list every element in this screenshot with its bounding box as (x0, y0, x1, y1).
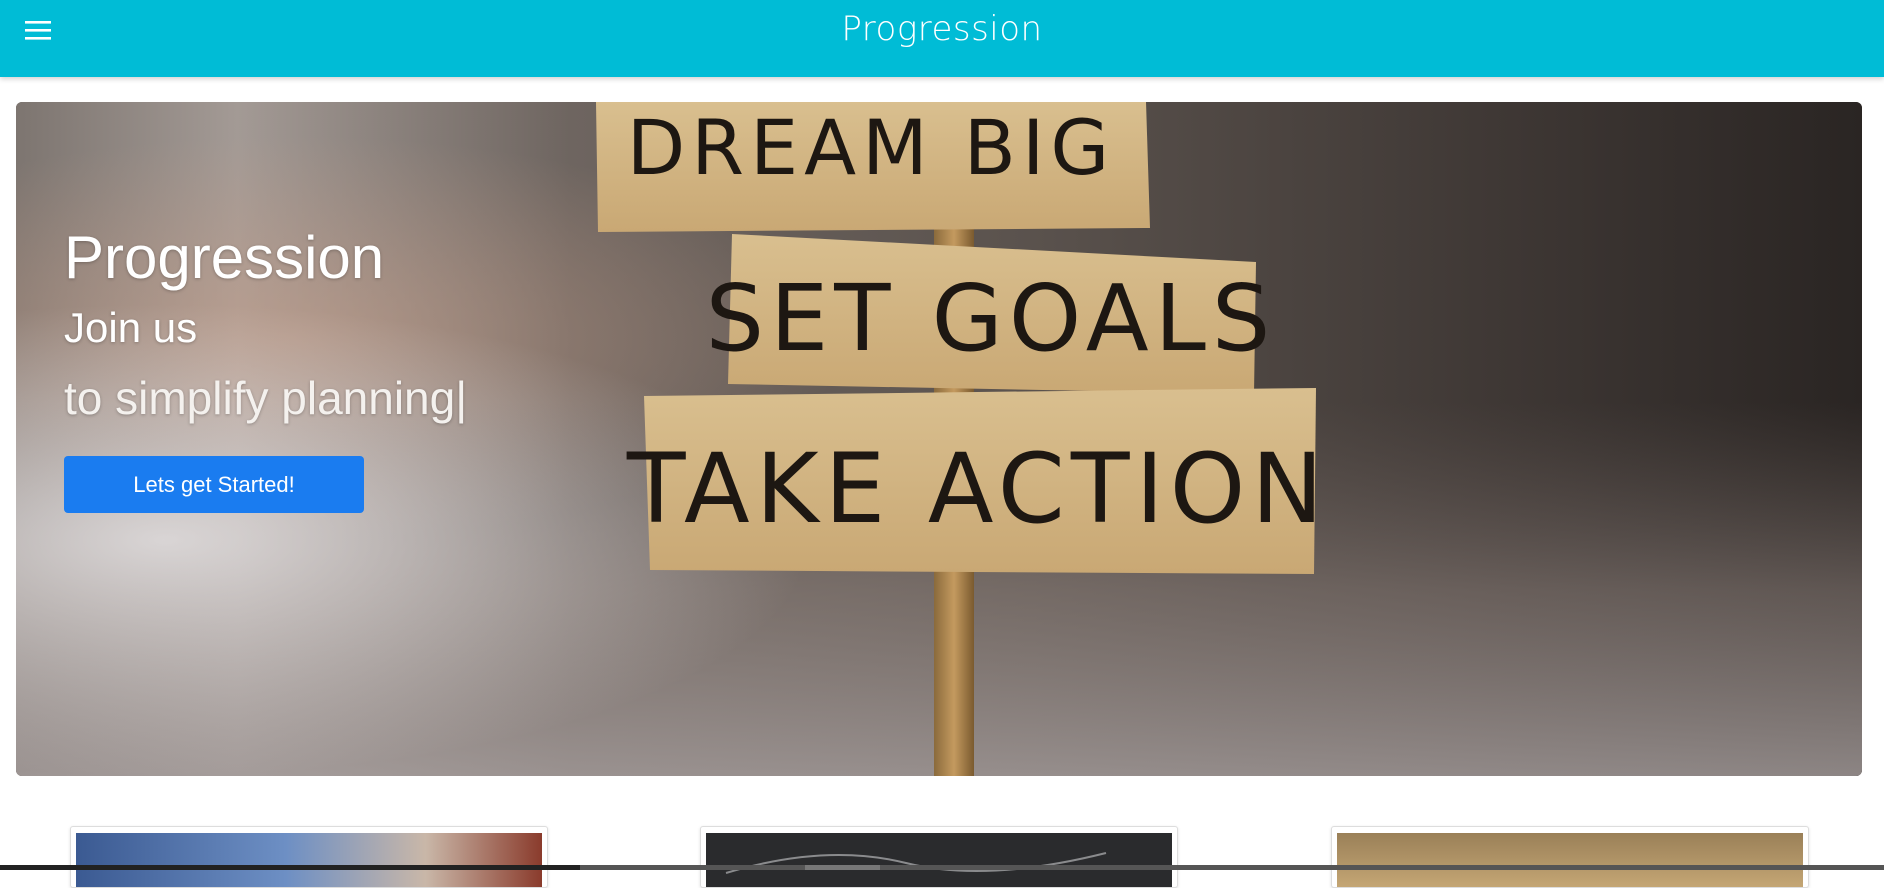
svg-text:DREAM BIG: DREAM BIG (627, 103, 1116, 192)
get-started-button[interactable]: Lets get Started! (64, 456, 364, 513)
hero-text-block: Progression Join us to simplify planning… (64, 222, 467, 428)
hero-background-image: DREAM BIG SET GOALS TAKE ACTION (16, 102, 1862, 776)
sign-dream-big: DREAM BIG (596, 102, 1150, 232)
svg-text:SET GOALS: SET GOALS (706, 265, 1277, 372)
top-app-bar: Progression (0, 0, 1884, 77)
hero-title: Progression (64, 224, 385, 291)
feature-card-2[interactable] (700, 826, 1178, 888)
bottom-scroll-thumb[interactable] (805, 865, 880, 870)
feature-card-1[interactable] (70, 826, 548, 888)
card-image-3 (1337, 833, 1803, 887)
bottom-scroll-track (580, 865, 1884, 870)
app-title: Progression (841, 9, 1043, 49)
hero-subtitle-line2: to simplify planning| (64, 372, 468, 424)
card-image-1 (76, 833, 542, 887)
hero-subtitle-line1: Join us (64, 304, 198, 351)
card-image-2 (706, 833, 1172, 887)
feature-card-3[interactable] (1331, 826, 1809, 888)
hero-banner: DREAM BIG SET GOALS TAKE ACTION Progress… (16, 102, 1862, 776)
sign-take-action: TAKE ACTION (626, 388, 1329, 574)
svg-text:TAKE ACTION: TAKE ACTION (626, 433, 1329, 545)
